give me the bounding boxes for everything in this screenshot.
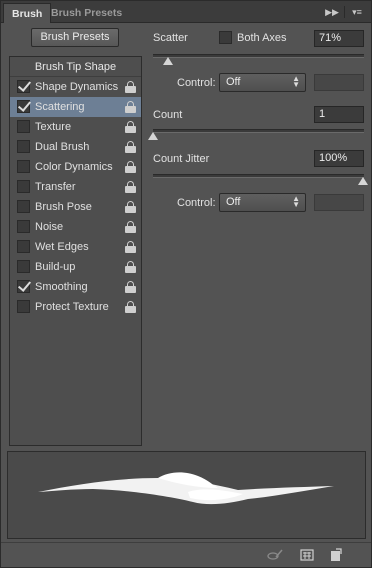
count-jitter-slider-thumb[interactable] [358, 177, 368, 185]
list-item-label: Texture [35, 121, 72, 133]
list-item-label: Scattering [35, 101, 85, 113]
list-item-checkbox[interactable] [17, 80, 30, 93]
lock-icon[interactable] [125, 181, 136, 193]
toggle-live-tip-preview-icon[interactable] [267, 548, 283, 562]
panel-header-controls: ▶▶ ▾≡ [324, 4, 365, 20]
new-brush-icon[interactable] [329, 548, 343, 562]
list-item[interactable]: Noise [10, 217, 141, 237]
count-jitter-control-field [314, 194, 364, 211]
list-item-checkbox[interactable] [17, 140, 30, 153]
list-item-checkbox[interactable] [17, 240, 30, 253]
lock-icon[interactable] [125, 281, 136, 293]
scatter-value-input[interactable]: 71% [314, 30, 364, 47]
list-item-label: Protect Texture [35, 301, 109, 313]
select-arrows-icon: ▲ ▼ [292, 74, 300, 89]
brush-panel: Brush Brush Presets ▶▶ ▾≡ Brush Presets … [0, 0, 372, 568]
count-slider-track[interactable] [153, 129, 364, 133]
list-item-checkbox[interactable] [17, 300, 30, 313]
list-item[interactable]: Scattering [10, 97, 141, 117]
list-item[interactable]: Protect Texture [10, 297, 141, 317]
brush-stroke-preview [7, 451, 366, 539]
count-jitter-value-input[interactable]: 100% [314, 150, 364, 167]
list-item[interactable]: Color Dynamics [10, 157, 141, 177]
both-axes-label: Both Axes [237, 32, 287, 44]
list-item[interactable]: Shape Dynamics [10, 77, 141, 97]
lock-icon[interactable] [125, 201, 136, 213]
list-item-label: Noise [35, 221, 64, 233]
scatter-slider-track[interactable] [153, 54, 364, 58]
list-item-label: Color Dynamics [35, 161, 113, 173]
lock-icon[interactable] [125, 301, 136, 313]
list-item-checkbox[interactable] [17, 120, 30, 133]
scatter-control-field [314, 74, 364, 91]
list-item[interactable]: Build-up [10, 257, 141, 277]
count-jitter-control-value: Off [226, 196, 241, 208]
list-item-checkbox[interactable] [17, 280, 30, 293]
grid-toggle-icon[interactable] [300, 548, 314, 562]
count-label: Count [153, 109, 183, 121]
list-item[interactable]: Transfer [10, 177, 141, 197]
lock-icon[interactable] [125, 141, 136, 153]
list-item[interactable]: Brush Pose [10, 197, 141, 217]
list-item-label: Build-up [35, 261, 76, 273]
count-jitter-control-label: Control: [177, 197, 216, 209]
lock-icon[interactable] [125, 241, 136, 253]
count-slider-thumb[interactable] [148, 132, 158, 140]
list-item[interactable]: Dual Brush [10, 137, 141, 157]
both-axes-checkbox[interactable] [219, 31, 232, 44]
count-jitter-control-select[interactable]: Off ▲ ▼ [219, 193, 306, 212]
list-item-label: Wet Edges [35, 241, 89, 253]
panel-bottom-bar [1, 542, 371, 567]
scatter-label: Scatter [153, 32, 188, 44]
select-arrows-icon: ▲ ▼ [292, 194, 300, 209]
list-item[interactable]: Wet Edges [10, 237, 141, 257]
scatter-control-label: Control: [177, 77, 216, 89]
list-item-checkbox[interactable] [17, 200, 30, 213]
scatter-control-select[interactable]: Off ▲ ▼ [219, 73, 306, 92]
brush-settings-list: Brush Tip Shape Shape Dynamics Scattering… [9, 56, 142, 446]
list-item-checkbox[interactable] [17, 160, 30, 173]
list-item-checkbox[interactable] [17, 180, 30, 193]
lock-icon[interactable] [125, 161, 136, 173]
list-item-checkbox[interactable] [17, 100, 30, 113]
count-jitter-slider-track[interactable] [153, 174, 364, 178]
lock-icon[interactable] [125, 221, 136, 233]
count-value-input[interactable]: 1 [314, 106, 364, 123]
header-divider [344, 6, 345, 18]
list-item[interactable]: Texture [10, 117, 141, 137]
collapse-panel-icon[interactable]: ▶▶ [324, 4, 340, 20]
tab-brush-presets[interactable]: Brush Presets [43, 3, 130, 23]
list-item-checkbox[interactable] [17, 220, 30, 233]
list-item-label: Shape Dynamics [35, 81, 119, 93]
list-item[interactable]: Smoothing [10, 277, 141, 297]
lock-icon[interactable] [125, 261, 136, 273]
count-jitter-label: Count Jitter [153, 153, 210, 165]
scatter-control-value: Off [226, 76, 241, 88]
list-item-checkbox[interactable] [17, 260, 30, 273]
scatter-slider-thumb[interactable] [163, 57, 173, 65]
panel-menu-icon[interactable]: ▾≡ [349, 4, 365, 20]
lock-icon[interactable] [125, 81, 136, 93]
brush-presets-button[interactable]: Brush Presets [31, 28, 119, 47]
lock-icon[interactable] [125, 121, 136, 133]
tab-bar: Brush Brush Presets ▶▶ ▾≡ [1, 1, 371, 23]
brush-tip-shape-item[interactable]: Brush Tip Shape [10, 57, 141, 77]
list-item-label: Transfer [35, 181, 76, 193]
list-item-label: Smoothing [35, 281, 88, 293]
lock-icon[interactable] [125, 101, 136, 113]
brush-stroke-preview-image [38, 472, 334, 505]
list-item-label: Brush Pose [35, 201, 92, 213]
list-item-label: Dual Brush [35, 141, 90, 153]
